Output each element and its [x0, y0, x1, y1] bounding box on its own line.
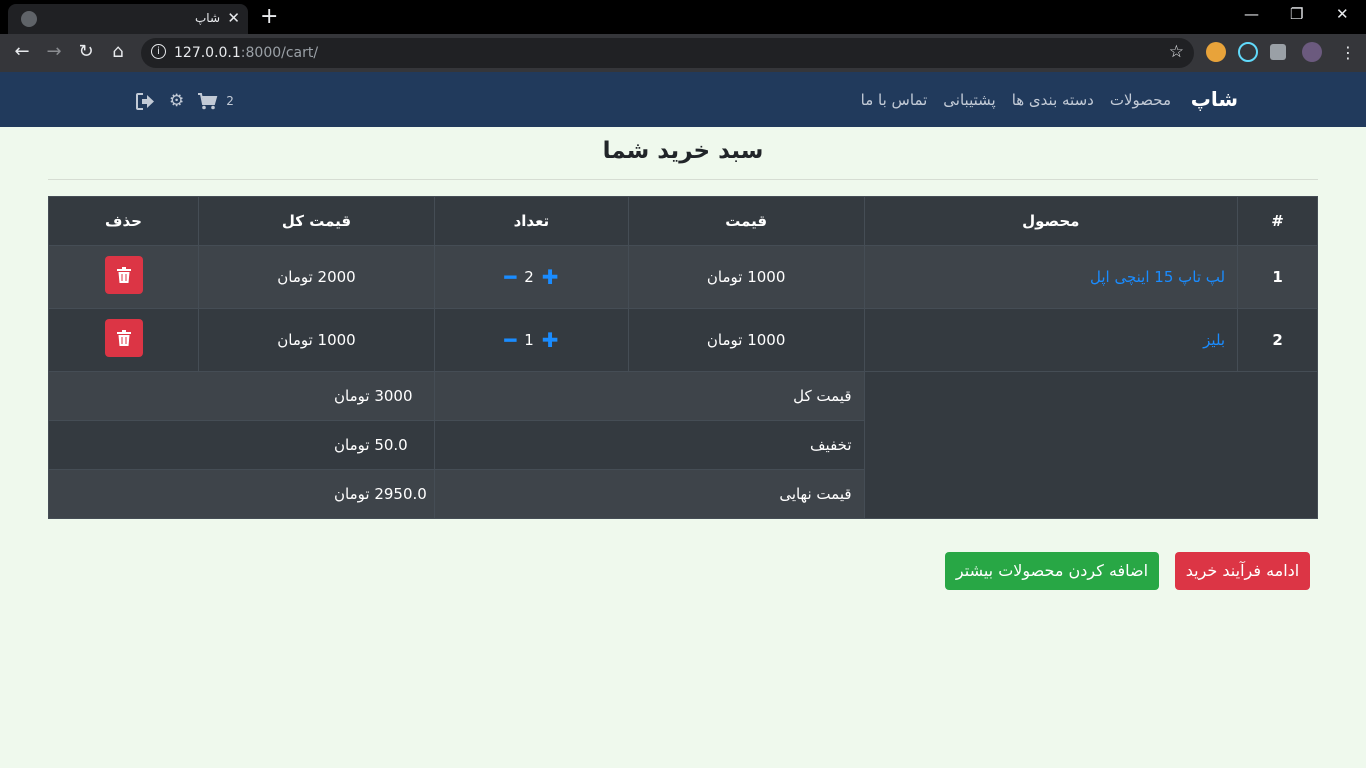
restore-icon[interactable]: ❐ — [1290, 5, 1303, 23]
table-row: 1 لپ تاپ 15 اینچی اپل 1000 تومان ✚ 2 ━ 2… — [47, 245, 1318, 309]
back-icon[interactable]: ← — [10, 41, 34, 62]
table-header-row: # محصول قیمت تعداد قیمت کل حذف — [47, 196, 1318, 246]
forward-icon[interactable]: → — [42, 41, 66, 62]
site-navbar: شاپ محصولات دسته بندی ها پشتیبانی تماس ب… — [0, 72, 1366, 127]
react-devtools-icon[interactable] — [1238, 42, 1258, 62]
delete-cell — [47, 308, 200, 372]
extensions-puzzle-icon[interactable] — [1270, 44, 1286, 60]
new-tab-icon[interactable]: + — [260, 4, 278, 29]
summary-row-subtotal: قیمت کل 3000 تومان — [48, 371, 1319, 519]
increase-quantity-button[interactable]: ✚ — [542, 330, 559, 350]
product-link[interactable]: لپ تاپ 15 اینچی اپل — [1090, 268, 1225, 286]
decrease-quantity-button[interactable]: ━ — [504, 330, 516, 350]
col-product: محصول — [863, 196, 1239, 246]
col-price: قیمت — [627, 196, 865, 246]
summary-label: تخفیف — [433, 420, 865, 470]
menu-kebab-icon[interactable]: ⋮ — [1340, 43, 1356, 62]
site-brand[interactable]: شاپ — [1191, 87, 1238, 111]
col-index: # — [1237, 196, 1318, 246]
quantity-value: 1 — [524, 330, 534, 349]
col-delete: حذف — [47, 196, 200, 246]
page-title: سبد خرید شما — [602, 138, 764, 164]
product-cell: لپ تاپ 15 اینچی اپل — [863, 245, 1239, 309]
cart-icon[interactable] — [198, 92, 218, 110]
nav-contact[interactable]: تماس با ما — [861, 91, 928, 109]
cart-count-badge: 2 — [226, 94, 234, 108]
col-quantity: تعداد — [433, 196, 629, 246]
total-cell: 2000 تومان — [198, 245, 435, 309]
row-index: 2 — [1237, 308, 1318, 372]
product-link[interactable]: بلیز — [1203, 331, 1225, 349]
trash-icon — [116, 267, 131, 283]
profile-avatar[interactable] — [1302, 42, 1322, 62]
settings-gear-icon[interactable]: ⚙ — [169, 91, 184, 111]
summary-label: قیمت نهایی — [433, 469, 865, 519]
site-info-icon[interactable]: i — [151, 44, 166, 59]
delete-cell — [47, 245, 200, 309]
summary-label: قیمت کل — [433, 371, 865, 421]
address-bar[interactable]: i 127.0.0.1:8000/cart/ ☆ — [141, 38, 1194, 68]
summary-value: 2950.0 تومان — [48, 469, 435, 519]
price-cell: 1000 تومان — [627, 245, 865, 309]
quantity-stepper: ✚ 2 ━ — [504, 267, 558, 287]
delete-button[interactable] — [104, 319, 143, 357]
quantity-value: 2 — [524, 267, 534, 286]
checkout-button[interactable]: ادامه فرآیند خرید — [1175, 552, 1310, 590]
increase-quantity-button[interactable]: ✚ — [542, 267, 559, 287]
nav-links: محصولات دسته بندی ها پشتیبانی تماس با ما — [861, 91, 1171, 109]
col-total: قیمت کل — [198, 196, 435, 246]
quantity-cell: ✚ 2 ━ — [433, 245, 629, 309]
nav-support[interactable]: پشتیبانی — [943, 91, 995, 109]
trash-icon — [116, 330, 131, 346]
product-cell: بلیز — [863, 308, 1239, 372]
decrease-quantity-button[interactable]: ━ — [504, 267, 516, 287]
logout-icon[interactable] — [136, 92, 155, 110]
cart-table: # محصول قیمت تعداد قیمت کل حذف 1 لپ تاپ … — [47, 196, 1319, 519]
globe-icon — [21, 11, 37, 27]
nav-icons: ⚙ 2 — [136, 91, 234, 111]
bookmark-star-icon[interactable]: ☆ — [1169, 42, 1184, 62]
tab-title: شاپ — [194, 11, 220, 25]
url-text: 127.0.0.1:8000/cart/ — [174, 45, 319, 61]
summary-value: 3000 تومان — [48, 371, 435, 421]
close-tab-icon[interactable]: ✕ — [227, 9, 240, 27]
browser-tab[interactable]: شاپ ✕ — [8, 4, 248, 34]
browser-toolbar: ← → ↻ ⌂ i 127.0.0.1:8000/cart/ ☆ ⋮ — [0, 34, 1366, 72]
extension-icon[interactable] — [1206, 42, 1226, 62]
browser-tab-strip: شاپ ✕ + — ❐ ✕ — [0, 0, 1366, 34]
divider — [48, 179, 1318, 180]
quantity-cell: ✚ 1 ━ — [433, 308, 629, 372]
delete-button[interactable] — [104, 256, 143, 294]
nav-products[interactable]: محصولات — [1110, 91, 1171, 109]
reload-icon[interactable]: ↻ — [74, 41, 98, 62]
table-row: 2 بلیز 1000 تومان ✚ 1 ━ 1000 تومان — [47, 308, 1318, 372]
summary-spacer — [863, 371, 1319, 519]
quantity-stepper: ✚ 1 ━ — [504, 330, 558, 350]
total-cell: 1000 تومان — [198, 308, 435, 372]
summary-value: 50.0 تومان — [48, 420, 435, 470]
add-more-products-button[interactable]: اضافه کردن محصولات بیشتر — [945, 552, 1159, 590]
home-icon[interactable]: ⌂ — [106, 41, 130, 62]
minimize-icon[interactable]: — — [1244, 5, 1259, 23]
row-index: 1 — [1237, 245, 1318, 309]
close-window-icon[interactable]: ✕ — [1336, 5, 1349, 23]
nav-categories[interactable]: دسته بندی ها — [1012, 91, 1094, 109]
price-cell: 1000 تومان — [627, 308, 865, 372]
